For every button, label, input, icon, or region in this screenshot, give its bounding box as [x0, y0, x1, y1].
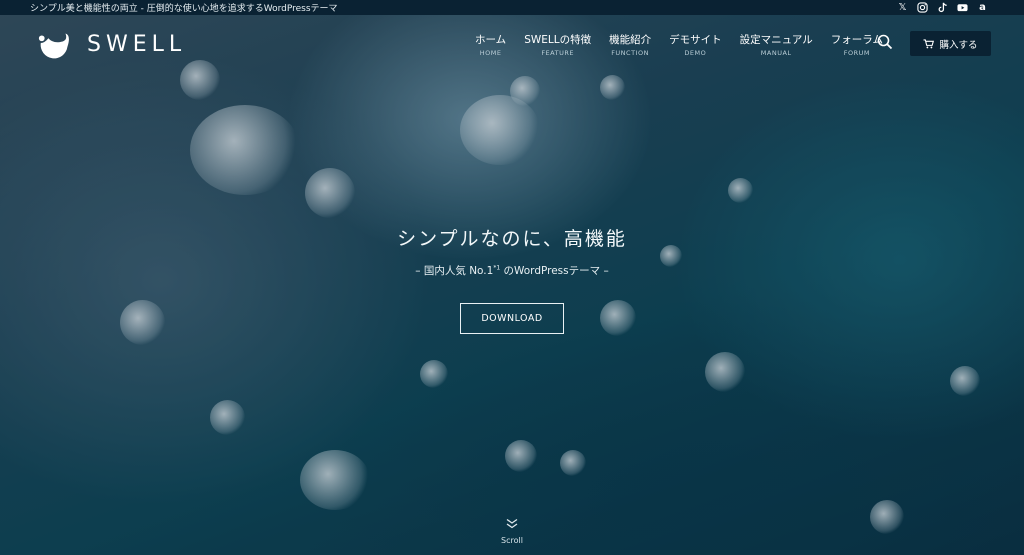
- site-tagline: シンプル美と機能性の両立 - 圧倒的な使い心地を追求するWordPressテーマ: [30, 4, 338, 14]
- youtube-icon[interactable]: [957, 2, 968, 13]
- logo-text: SWELL: [87, 31, 187, 57]
- social-links: 𝕏 a: [897, 2, 988, 13]
- main-nav: ホーム HOME SWELLの特徴 FEATURE 機能紹介 FUNCTION …: [466, 32, 892, 57]
- download-button[interactable]: DOWNLOAD: [460, 303, 564, 334]
- nav-sublabel: FEATURE: [541, 49, 574, 57]
- scroll-indicator[interactable]: Scroll: [496, 515, 528, 545]
- nav-label: 機能紹介: [609, 34, 652, 46]
- nav-sublabel: FUNCTION: [611, 49, 649, 57]
- top-bar: シンプル美と機能性の両立 - 圧倒的な使い心地を追求するWordPressテーマ…: [0, 0, 1024, 15]
- cart-icon: [923, 38, 935, 48]
- x-icon[interactable]: 𝕏: [897, 2, 908, 13]
- chevron-down-icon: [506, 518, 518, 529]
- hero-subtitle-before: – 国内人気 No.1: [415, 265, 494, 277]
- search-icon[interactable]: [876, 33, 894, 51]
- nav-item-feature[interactable]: SWELLの特徴 FEATURE: [515, 32, 600, 57]
- page: シンプル美と機能性の両立 - 圧倒的な使い心地を追求するWordPressテーマ…: [0, 0, 1024, 555]
- nav-sublabel: HOME: [479, 49, 502, 57]
- hero-subtitle: – 国内人気 No.1*1 のWordPressテーマ –: [0, 263, 1024, 278]
- hero-title: シンプルなのに、高機能: [397, 228, 627, 250]
- nav-label: 設定マニュアル: [739, 34, 813, 46]
- nav-sublabel: DEMO: [684, 49, 707, 57]
- amazon-icon[interactable]: a: [977, 2, 988, 13]
- swell-logo-icon: [38, 33, 69, 59]
- tiktok-icon[interactable]: [937, 2, 948, 13]
- nav-label: SWELLの特徴: [524, 34, 592, 46]
- nav-sublabel: MANUAL: [760, 49, 792, 57]
- site-header: SWELL ホーム HOME SWELLの特徴 FEATURE 機能紹介 FUN…: [0, 15, 1024, 73]
- nav-label: ホーム: [475, 34, 507, 46]
- nav-item-function[interactable]: 機能紹介 FUNCTION: [600, 32, 660, 57]
- scroll-label: Scroll: [501, 536, 523, 545]
- nav-item-demo[interactable]: デモサイト DEMO: [660, 32, 731, 57]
- buy-button[interactable]: 購入する: [910, 31, 991, 56]
- nav-label: デモサイト: [669, 34, 722, 46]
- instagram-icon[interactable]: [917, 2, 928, 13]
- site-logo[interactable]: SWELL: [37, 29, 186, 59]
- nav-item-manual[interactable]: 設定マニュアル MANUAL: [731, 32, 822, 57]
- buy-button-label: 購入する: [939, 39, 978, 51]
- hero-subtitle-after: のWordPressテーマ –: [500, 265, 609, 277]
- nav-item-home[interactable]: ホーム HOME: [466, 32, 515, 57]
